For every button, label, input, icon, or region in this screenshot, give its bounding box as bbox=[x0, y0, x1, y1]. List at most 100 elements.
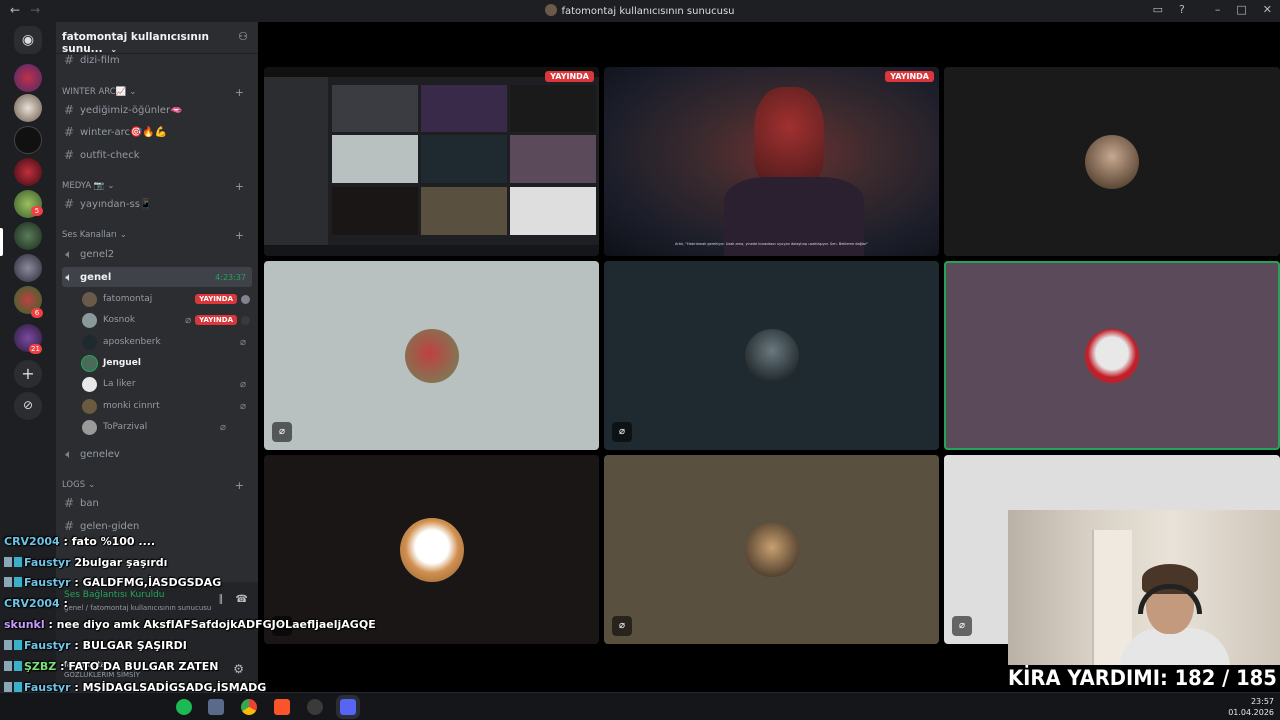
participant-tile[interactable] bbox=[944, 67, 1280, 256]
chevron-down-icon: ⌄ bbox=[88, 480, 96, 490]
brave-icon[interactable] bbox=[274, 699, 290, 715]
server-badge: 6 bbox=[31, 308, 43, 318]
subtitle-text: Artık, "Hatırlamak gerekiyor. Uzak ama, … bbox=[675, 242, 868, 246]
server-icon[interactable] bbox=[14, 126, 42, 154]
speaker-icon: 🔈︎ bbox=[65, 269, 73, 284]
connection-status: Ses Bağlantısı Kuruldu bbox=[64, 590, 165, 600]
spotify-icon[interactable] bbox=[176, 699, 192, 715]
server-icon[interactable] bbox=[14, 158, 42, 186]
category-voice[interactable]: Ses Kanalları ⌄ + bbox=[62, 228, 252, 242]
forward-arrow-icon[interactable]: → bbox=[30, 3, 40, 17]
avatar bbox=[82, 419, 97, 435]
discover-icon[interactable]: ⊘ bbox=[14, 392, 42, 420]
inbox-icon[interactable]: ▭ bbox=[1153, 3, 1163, 16]
connection-actions: ∥ ☎ bbox=[219, 594, 248, 605]
avatar bbox=[744, 522, 799, 577]
chat-message: CRV2004 : bbox=[4, 597, 68, 610]
chat-message: Faustyr : GALDFMG,İASDGSDAG bbox=[4, 576, 221, 589]
channel-sidebar: fatomontaj kullanıcısının sunu... ⌄ ⚇ # d… bbox=[56, 22, 258, 692]
voice-user[interactable]: fatomontaj YAYINDA bbox=[82, 290, 250, 308]
voice-user[interactable]: monki cinnrt ⌀ bbox=[82, 397, 250, 415]
avatar bbox=[1085, 134, 1139, 189]
chat-username: CRV2004 bbox=[4, 597, 60, 610]
mute-icon: ⌀ bbox=[219, 421, 226, 433]
category-logs[interactable]: LOGS ⌄ + bbox=[62, 478, 252, 492]
chat-text: 2bulgar şaşırdı bbox=[70, 556, 168, 569]
avatar bbox=[744, 328, 799, 383]
category-medya[interactable]: MEDYA 📷 ⌄ + bbox=[62, 179, 252, 193]
participant-tile[interactable]: ⌀ bbox=[604, 261, 939, 450]
text-channel[interactable]: # ban bbox=[62, 494, 252, 512]
server-header[interactable]: fatomontaj kullanıcısının sunu... ⌄ ⚇ bbox=[56, 22, 258, 55]
server-rail: ◉ 5 6 21 + ⊘ bbox=[0, 22, 56, 692]
minimize-icon[interactable]: – bbox=[1215, 3, 1221, 16]
app-icon[interactable] bbox=[307, 699, 323, 715]
server-icon[interactable] bbox=[14, 254, 42, 282]
voice-user[interactable]: La liker ⌀ bbox=[82, 375, 250, 393]
back-arrow-icon[interactable]: ← bbox=[10, 3, 20, 17]
text-channel[interactable]: # yediğimiz-öğünler🫦 bbox=[62, 101, 252, 119]
chat-text: : nee diyo amk AksfIAFSafdojkADFGJOLaefl… bbox=[44, 618, 376, 631]
close-icon[interactable]: ✕ bbox=[1263, 3, 1272, 16]
voice-user[interactable]: Kosnok ⌀ YAYINDA bbox=[82, 311, 250, 329]
text-channel[interactable]: # gelen-giden bbox=[62, 517, 252, 535]
participant-tile[interactable]: ⌀ bbox=[264, 455, 599, 644]
window-controls: ▭ ? – □ ✕ bbox=[1153, 3, 1272, 16]
server-avatar-icon bbox=[545, 4, 558, 16]
add-channel-icon[interactable]: + bbox=[235, 180, 244, 193]
add-channel-icon[interactable]: + bbox=[235, 229, 244, 242]
chat-badge-icon bbox=[14, 640, 22, 650]
discord-window: ← → fatomontaj kullanıcısının sunucusu ▭… bbox=[0, 0, 1280, 720]
chat-text: : BULGAR ŞAŞIRDI bbox=[70, 639, 187, 652]
voice-user[interactable]: ToParzival ⌀ bbox=[82, 418, 250, 436]
voice-channel-active[interactable]: 🔈︎ genel 4:23:37 bbox=[62, 267, 252, 287]
participant-tile[interactable]: ⌀ bbox=[264, 261, 599, 450]
stream-tile[interactable]: YAYINDA bbox=[264, 67, 599, 256]
participant-tile[interactable]: ⌀ bbox=[604, 455, 939, 644]
text-channel[interactable]: # yayından-ss📱 bbox=[62, 195, 252, 213]
voice-channel[interactable]: 🔈︎ genel2 bbox=[62, 245, 252, 263]
nav-buttons: ← → bbox=[10, 3, 40, 17]
discord-taskbar-icon[interactable] bbox=[340, 699, 356, 715]
invite-people-icon[interactable]: ⚇ bbox=[238, 30, 248, 43]
text-channel[interactable]: # winter-arc🎯🔥💪 bbox=[62, 123, 252, 141]
call-timer: 4:23:37 bbox=[215, 272, 246, 282]
add-channel-icon[interactable]: + bbox=[235, 86, 244, 99]
discord-home-icon[interactable]: ◉ bbox=[14, 26, 42, 54]
server-icon[interactable] bbox=[14, 222, 42, 250]
participant-tile-speaking[interactable] bbox=[944, 261, 1280, 450]
avatar bbox=[82, 355, 97, 371]
add-server-icon[interactable]: + bbox=[14, 360, 42, 388]
chrome-icon[interactable] bbox=[241, 699, 257, 715]
text-channel[interactable]: # dizi-film bbox=[62, 51, 252, 69]
chat-badge-icon bbox=[14, 577, 22, 587]
voice-user[interactable]: aposkenberk ⌀ bbox=[82, 333, 250, 351]
maximize-icon[interactable]: □ bbox=[1236, 3, 1246, 16]
chat-text: : bbox=[59, 597, 68, 610]
stream-tile[interactable]: Artık, "Hatırlamak gerekiyor. Uzak ama, … bbox=[604, 67, 939, 256]
chat-badge-icon bbox=[14, 661, 22, 671]
connection-channel: genel / fatomontaj kullanıcısının sunucu… bbox=[64, 604, 212, 612]
avatar bbox=[82, 398, 97, 414]
chat-username: CRV2004 bbox=[4, 535, 60, 548]
server-icon[interactable] bbox=[14, 64, 42, 92]
chat-badge-icon bbox=[4, 557, 12, 567]
voice-user[interactable]: Jenguel bbox=[82, 354, 250, 372]
disconnect-icon[interactable]: ☎ bbox=[236, 594, 248, 605]
chat-text: : fato %100 .... bbox=[59, 535, 156, 548]
add-channel-icon[interactable]: + bbox=[235, 479, 244, 492]
help-icon[interactable]: ? bbox=[1179, 3, 1185, 16]
server-badge: 5 bbox=[31, 206, 43, 216]
signal-icon[interactable]: ∥ bbox=[219, 594, 224, 605]
voice-channel[interactable]: 🔈︎ genelev bbox=[62, 445, 252, 463]
text-channel[interactable]: # outfit-check bbox=[62, 146, 252, 164]
mute-icon: ⌀ bbox=[612, 422, 632, 442]
watch-icon bbox=[241, 315, 250, 325]
chat-badge-icon bbox=[4, 577, 12, 587]
server-icon[interactable] bbox=[14, 94, 42, 122]
donation-goal: KİRA YARDIMI: 182 / 185 bbox=[1008, 665, 1277, 692]
calculator-icon[interactable] bbox=[208, 699, 224, 715]
gear-icon[interactable]: ⚙ bbox=[233, 662, 244, 676]
category-winter-arc[interactable]: WINTER ARC📈 ⌄ + bbox=[62, 85, 252, 99]
chevron-down-icon: ⌄ bbox=[119, 230, 127, 240]
